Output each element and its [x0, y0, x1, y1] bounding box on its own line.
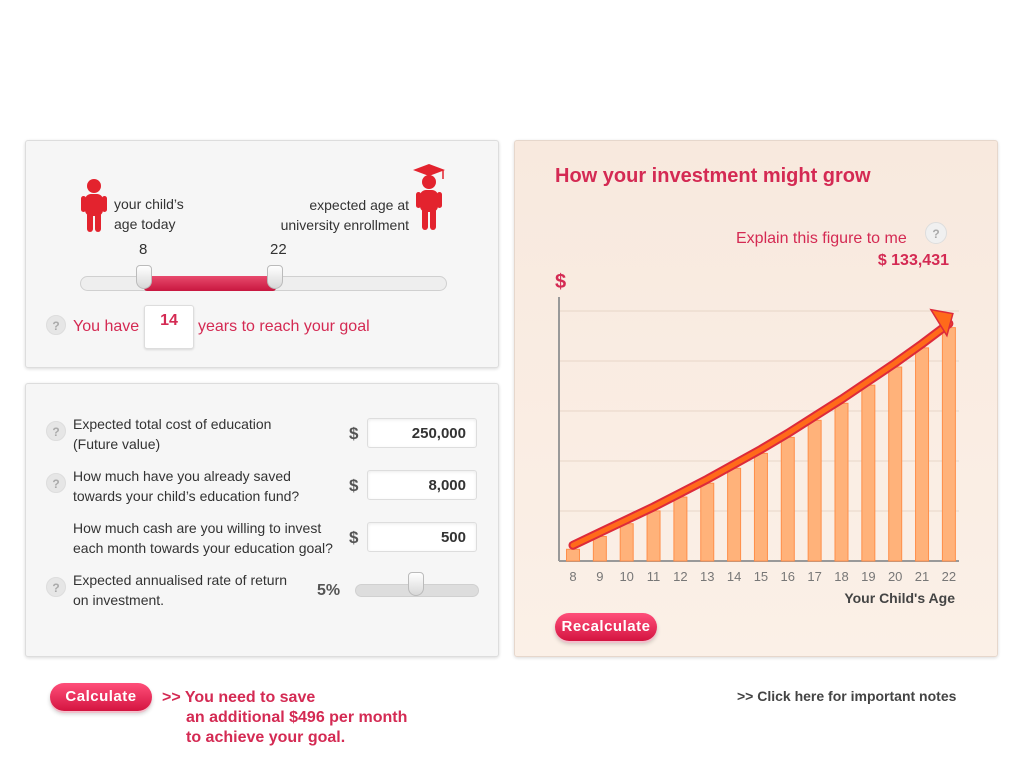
monthly-label-line1: How much cash are you willing to invest [73, 520, 322, 536]
chart-bar [807, 419, 822, 562]
x-tick-label: 20 [888, 569, 902, 584]
savings-message-line3: to achieve your goal. [186, 729, 346, 746]
chart-bar [834, 402, 849, 562]
age-range-fill [144, 276, 276, 291]
cost-currency: $ [349, 424, 359, 443]
x-tick-label: 11 [647, 569, 661, 584]
rate-label: Expected annualised rate of return on in… [73, 570, 287, 610]
cost-input[interactable]: 250,000 [367, 418, 477, 448]
saved-label-line2: towards your child’s education fund? [73, 488, 300, 504]
inputs-panel: ? Expected total cost of education (Futu… [25, 383, 499, 657]
x-tick-label: 15 [754, 569, 768, 584]
enroll-age-label-line1: expected age at [309, 197, 409, 213]
chart-bar [888, 366, 903, 562]
years-value-box: 14 [144, 305, 194, 349]
saved-label-line1: How much have you already saved [73, 468, 291, 484]
enroll-age-label-line2: university enrollment [280, 217, 409, 233]
x-tick-label: 17 [807, 569, 821, 584]
chart-bar [727, 467, 742, 562]
years-help-icon[interactable]: ? [46, 315, 66, 335]
saved-currency: $ [349, 476, 359, 495]
cost-help-icon[interactable]: ? [46, 421, 66, 441]
x-tick-label: 13 [700, 569, 714, 584]
cost-label-line2: (Future value) [73, 436, 161, 452]
cost-label-line1: Expected total cost of education [73, 416, 272, 432]
child-age-label-line2: age today [114, 216, 176, 232]
graduate-icon [413, 164, 445, 230]
savings-message-line1: >> You need to save [162, 689, 316, 706]
enroll-age-value: 22 [270, 241, 287, 258]
age-panel: your child’s age today expected age at u… [25, 140, 499, 368]
child-age-label: your child’s age today [114, 194, 184, 234]
rate-label-line2: on investment. [73, 592, 165, 608]
chart-bar [861, 384, 876, 562]
rate-label-line1: Expected annualised rate of return [73, 572, 288, 588]
chart-bar [619, 523, 634, 562]
enroll-age-label: expected age at university enrollment [281, 195, 409, 235]
chart-bar [780, 436, 795, 562]
important-notes-link[interactable]: >> Click here for important notes [737, 688, 956, 704]
x-axis-label: Your Child's Age [844, 590, 955, 606]
saved-label: How much have you already saved towards … [73, 466, 299, 506]
chart-bar [915, 347, 930, 562]
chart-panel: How your investment might grow Explain t… [514, 140, 998, 657]
saved-input[interactable]: 8,000 [367, 470, 477, 500]
child-age-handle[interactable] [136, 265, 152, 289]
chart-bar [566, 548, 580, 562]
savings-message-line2: an additional $496 per month [186, 709, 408, 726]
investment-chart: 8 9 10 11 12 13 14 15 16 17 18 19 20 21 22 [558, 297, 959, 584]
chart-bar [753, 452, 768, 562]
x-tick-label: 12 [673, 569, 687, 584]
savings-message: >> You need to save an additional $496 p… [162, 688, 407, 748]
x-tick-label: 10 [619, 569, 633, 584]
recalculate-button[interactable]: Recalculate [555, 613, 657, 641]
you-have-label: You have [73, 318, 140, 335]
monthly-label: How much cash are you willing to invest … [73, 518, 333, 558]
x-tick-label: 22 [942, 569, 956, 584]
x-tick-label: 14 [727, 569, 741, 584]
saved-help-icon[interactable]: ? [46, 473, 66, 493]
monthly-label-line2: each month towards your education goal? [73, 540, 333, 556]
x-tick-label: 8 [569, 569, 576, 584]
rate-help-icon[interactable]: ? [46, 577, 66, 597]
chart-bar [646, 510, 661, 562]
child-age-label-line1: your child’s [114, 196, 184, 212]
x-tick-label: 16 [781, 569, 795, 584]
rate-slider-handle[interactable] [408, 572, 424, 596]
monthly-currency: $ [349, 528, 359, 547]
x-tick-label: 21 [915, 569, 929, 584]
child-icon [81, 179, 107, 232]
x-tick-label: 9 [596, 569, 603, 584]
cost-label: Expected total cost of education (Future… [73, 414, 271, 454]
child-age-value: 8 [139, 241, 148, 258]
chart-bar [700, 482, 715, 562]
calculate-button[interactable]: Calculate [50, 683, 152, 711]
chart-bar [673, 496, 688, 562]
chart-bar [592, 535, 607, 562]
enroll-age-handle[interactable] [267, 265, 283, 289]
monthly-input[interactable]: 500 [367, 522, 477, 552]
chart-bar [941, 327, 956, 562]
x-tick-label: 19 [861, 569, 875, 584]
rate-value: 5% [317, 582, 341, 599]
years-suffix-label: years to reach your goal [198, 318, 370, 335]
x-tick-label: 18 [834, 569, 848, 584]
